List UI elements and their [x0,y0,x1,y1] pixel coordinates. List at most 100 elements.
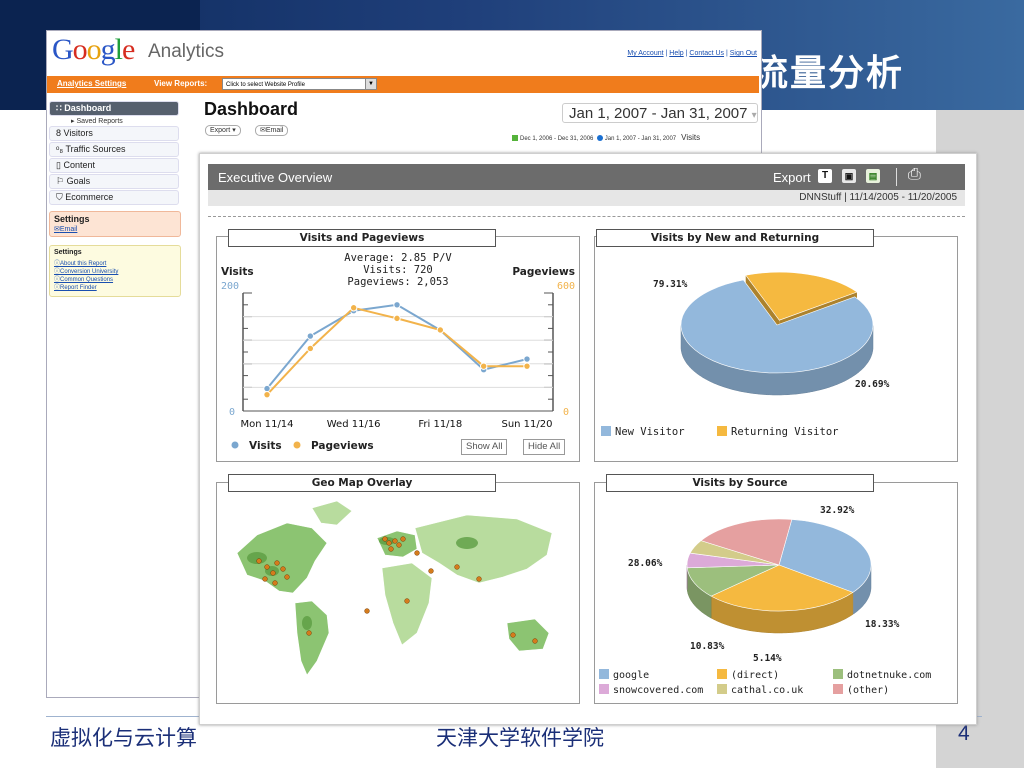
data-point-pageviews [479,362,488,370]
data-point-visits [393,301,401,309]
x-tick-label: Wed 11/16 [327,419,381,430]
chart-annotation: Visits: 720 [363,264,433,276]
map-region-shading [456,537,478,549]
chart-annotation: Pageviews: 2,053 [347,276,448,288]
export-image-icon[interactable]: ▣ [842,169,856,183]
executive-overview-panel: Executive Overview Export T ▣ ▤ ⎙ DNNStu… [199,153,977,725]
legend-label: (direct) [731,670,779,681]
sidebar-item-saved-reports[interactable]: ▸ Saved Reports [49,117,179,126]
email-settings-label: Email [59,226,78,233]
sidebar-item-label: Ecommerce [65,192,114,202]
profile-select-value: Click to select Website Profile [226,82,305,88]
legend-swatch [833,684,843,694]
legend-label: (other) [847,685,889,696]
map-visit-marker [264,564,270,570]
map-visit-marker [510,632,516,638]
data-point-visits [523,355,531,363]
chart-title: Visits by New and Returning [596,229,874,247]
map-visit-marker [392,538,398,544]
legend-marker-pageviews [293,441,301,449]
y-axis-left-min: 0 [229,407,235,418]
sidebar-item-visitors[interactable]: 8 Visitors [49,126,179,141]
sidebar-item-label: Visitors [63,128,93,138]
data-point-visits [306,332,315,340]
data-point-pageviews [349,304,358,312]
data-point-visits [263,384,271,393]
map-visit-marker [454,564,460,570]
map-visit-marker [400,536,406,542]
contact-us-link[interactable]: Contact Us [689,50,724,57]
show-all-button[interactable]: Show All [461,439,508,455]
data-point-pageviews [393,314,401,323]
legend-label: google [613,670,649,681]
map-visit-marker [404,598,410,604]
map-visit-marker [274,560,280,566]
legend-label: snowcovered.com [613,685,703,696]
legend-swatch [512,135,518,142]
date-legend: Dec 1, 2006 - Dec 31, 2006 Jan 1, 2007 -… [512,133,700,142]
map-visit-marker [256,558,262,564]
map-visit-marker [428,568,434,574]
sidebar-item-dashboard[interactable]: ∷ Dashboard [49,101,179,116]
help-box: Settings ⓘAbout this Report ⓘConversion … [49,245,181,297]
sidebar-item-label: Content [63,160,95,170]
legend-label-visits: Visits [249,440,282,452]
export-excel-icon[interactable]: ▤ [866,169,880,183]
pie-value-label: 20.69% [855,379,890,390]
legend-swatch [717,669,727,679]
print-icon[interactable]: ⎙ [908,166,921,184]
chevron-down-icon: ▾ [232,127,236,134]
chevron-down-icon[interactable]: ▼ [365,79,376,89]
greenland-shape [311,500,353,526]
profile-select[interactable]: Click to select Website Profile ▼ [222,78,377,90]
africa-shape [381,562,433,646]
help-link[interactable]: Help [669,50,683,57]
export-button[interactable]: Export ▾ [205,125,241,136]
geo-map-box [216,482,580,704]
x-tick-label: Mon 11/14 [240,419,293,430]
analytics-settings-link[interactable]: Analytics Settings [57,79,126,88]
help-link-finder[interactable]: ⓘReport Finder [54,282,97,291]
export-text-icon[interactable]: T [818,169,832,183]
site-date-range: DNNStuff | 11/14/2005 - 11/20/2005 [799,192,957,203]
new-returning-box: 79.31% 20.69% New Visitor Returning Visitor [594,236,958,462]
date-range-picker[interactable]: Jan 1, 2007 - Jan 31, 2007 ▾ [562,103,758,123]
map-visit-marker [262,576,268,582]
email-settings-link[interactable]: ✉Email [54,225,77,233]
legend-label: dotnetnuke.com [847,670,931,681]
email-button[interactable]: ✉Email [255,125,289,136]
map-visit-marker [364,608,370,614]
export-label: Export [210,127,231,134]
map-visit-marker [284,574,290,580]
hide-all-button[interactable]: Hide All [523,439,566,455]
my-account-link[interactable]: My Account [627,50,663,57]
ga-sidebar: ∷ Dashboard ▸ Saved Reports 8 Visitors ᵒ… [49,101,179,206]
pie-value-label: 10.83% [690,641,725,652]
account-links: My Account | Help | Contact Us | Sign Ou… [627,50,757,57]
map-visit-marker [386,540,392,546]
sidebar-item-content[interactable]: ▯ Content [49,158,179,173]
sidebar-item-traffic-sources[interactable]: ᵒ₈ Traffic Sources [49,142,179,157]
legend-swatch [717,426,727,436]
y-axis-right-max: 600 [557,281,575,292]
y-axis-left-label: Visits [221,266,254,278]
map-region-shading [302,616,312,630]
panel-title: Executive Overview [218,170,333,185]
footer-course-title: 虚拟化与云计算 [50,726,197,750]
sidebar-item-label: Traffic Sources [65,144,126,154]
sidebar-item-label: Goals [66,176,91,186]
new-returning-chart: 79.31% 20.69% New Visitor Returning Visitor [601,271,890,438]
pie-value-label: 79.31% [653,279,688,290]
y-axis-right-min: 0 [563,407,569,418]
sign-out-link[interactable]: Sign Out [730,50,757,57]
sidebar-item-goals[interactable]: ⚐ Goals [49,174,179,189]
toolbar-divider [896,168,897,186]
world-map[interactable] [217,483,579,703]
panel-date-range: 11/14/2005 - 11/20/2005 [849,192,958,203]
legend-marker-visits [231,441,239,449]
visits-by-source-chart: 32.92% 28.06% 10.83% 5.14% 18.33% google (dire… [599,505,931,696]
flag-icon: ⚐ [56,176,67,186]
sidebar-item-ecommerce[interactable]: ⛉ Ecommerce [49,190,179,205]
legend-swatch [601,426,611,436]
footer-institution: 天津大学软件学院 [436,726,604,750]
